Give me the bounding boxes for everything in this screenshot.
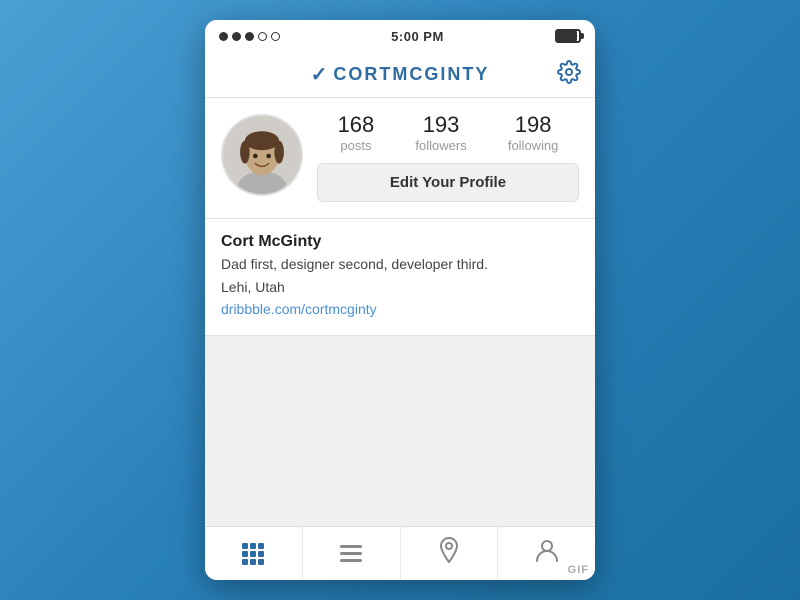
avatar-circle — [221, 114, 303, 196]
nav-title[interactable]: ✓ CORTMCGINTY — [311, 62, 490, 87]
status-time: 5:00 PM — [391, 29, 444, 44]
signal-dot-5 — [271, 32, 280, 41]
signal-dots — [219, 32, 280, 41]
bio-name: Cort McGinty — [221, 233, 579, 251]
stat-followers: 193 followers — [415, 114, 466, 153]
nav-username: CORTMCGINTY — [333, 64, 489, 85]
location-pin-icon — [438, 537, 460, 570]
tab-person[interactable]: GIF — [498, 527, 595, 580]
tab-grid[interactable] — [205, 527, 303, 580]
tab-bar: GIF — [205, 526, 595, 580]
signal-dot-2 — [232, 32, 241, 41]
posts-label: posts — [340, 138, 371, 153]
grid-icon — [242, 543, 264, 565]
profile-top: 168 posts 193 followers 198 following Ed… — [221, 114, 579, 202]
signal-dot-1 — [219, 32, 228, 41]
battery-icon — [555, 29, 581, 43]
following-count: 198 — [515, 114, 552, 136]
top-nav: ✓ CORTMCGINTY — [205, 52, 595, 98]
edit-profile-button[interactable]: Edit Your Profile — [317, 163, 579, 202]
tab-list[interactable] — [303, 527, 401, 580]
followers-label: followers — [415, 138, 466, 153]
stat-following: 198 following — [508, 114, 559, 153]
posts-count: 168 — [338, 114, 375, 136]
bio-description: Dad first, designer second, developer th… — [221, 255, 579, 275]
status-bar: 5:00 PM — [205, 20, 595, 52]
gif-badge: GIF — [568, 564, 589, 576]
stats-row: 168 posts 193 followers 198 following — [317, 114, 579, 153]
tab-location[interactable] — [401, 527, 499, 580]
phone-frame: 5:00 PM ✓ CORTMCGINTY — [205, 20, 595, 580]
signal-dot-4 — [258, 32, 267, 41]
battery-fill — [557, 31, 577, 41]
stat-posts: 168 posts — [338, 114, 375, 153]
followers-count: 193 — [423, 114, 460, 136]
following-label: following — [508, 138, 559, 153]
list-icon — [340, 545, 362, 562]
avatar — [221, 114, 303, 196]
stats-area: 168 posts 193 followers 198 following Ed… — [317, 114, 579, 202]
person-icon — [536, 539, 558, 569]
signal-dot-3 — [245, 32, 254, 41]
settings-button[interactable] — [557, 60, 581, 90]
bio-link[interactable]: dribbble.com/cortmcginty — [221, 301, 377, 317]
bio-location: Lehi, Utah — [221, 279, 579, 295]
profile-section: 168 posts 193 followers 198 following Ed… — [205, 98, 595, 219]
bio-section: Cort McGinty Dad first, designer second,… — [205, 219, 595, 336]
chevron-down-icon: ✓ — [311, 62, 328, 87]
